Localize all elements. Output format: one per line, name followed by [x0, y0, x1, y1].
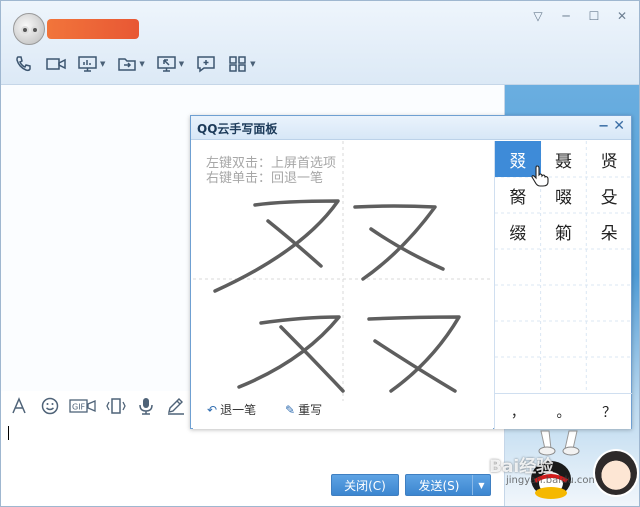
- chat-toolbar: ▼ ▼ ▼ ▼: [11, 53, 259, 75]
- chevron-down-icon: ▼: [178, 60, 185, 68]
- send-options-dropdown[interactable]: ▼: [472, 475, 490, 495]
- minimize-icon[interactable]: −: [598, 119, 609, 134]
- eraser-icon: ✎: [285, 402, 296, 417]
- handwriting-canvas[interactable]: 左键双击：上屏首选项 右键单击：回退一笔 ↶ 退一笔 ✎ 重写: [193, 141, 493, 429]
- candidate-panel: 叕 聂 贤 胬 啜 殳 缀 箣 朵 ， 。 ？: [494, 141, 632, 429]
- microphone-icon: [139, 398, 153, 415]
- hand-cursor-icon: [531, 165, 549, 187]
- emoji-button[interactable]: [39, 395, 61, 417]
- candidate[interactable]: 殳: [586, 177, 632, 213]
- title-bar: ▽ ─ ☐ ✕ ▼ ▼ ▼ ▼: [1, 1, 639, 85]
- remote-assist-button[interactable]: ▼: [154, 53, 187, 75]
- watermark-brand: Bai经验: [489, 457, 554, 477]
- avatar[interactable]: [13, 13, 45, 45]
- candidate[interactable]: 缀: [495, 213, 541, 249]
- close-window-button[interactable]: ✕: [613, 7, 631, 25]
- contact-name-redacted: [47, 19, 139, 39]
- candidate[interactable]: 贤: [586, 141, 632, 177]
- watermark-avatar-image: [593, 449, 639, 497]
- screen-share-icon: [78, 56, 97, 72]
- font-icon: [12, 397, 26, 414]
- undo-icon: ↶: [207, 402, 218, 417]
- file-transfer-button[interactable]: ▼: [114, 53, 147, 75]
- file-transfer-icon: [118, 58, 137, 71]
- phone-icon: [16, 56, 31, 72]
- undo-stroke-button[interactable]: ↶ 退一笔: [207, 401, 256, 418]
- screen-share-button[interactable]: ▼: [75, 53, 108, 75]
- gif-button[interactable]: GIF: [69, 395, 97, 417]
- shake-button[interactable]: [105, 395, 127, 417]
- handwriting-title-bar[interactable]: QQ云手写面板 − ✕: [191, 116, 631, 140]
- candidate[interactable]: 朵: [586, 213, 632, 249]
- candidate-row: 缀 箣 朵: [495, 213, 632, 249]
- video-call-button[interactable]: [43, 53, 69, 75]
- minimize-button[interactable]: ─: [557, 7, 575, 25]
- handwriting-panel: QQ云手写面板 − ✕ 左键双击：上屏首选项 右键单击：回退一笔 ↶ 退一笔 ✎…: [190, 115, 632, 429]
- rewrite-label: 重写: [298, 403, 323, 417]
- undo-stroke-label: 退一笔: [220, 403, 257, 417]
- chevron-down-icon: ▼: [100, 60, 106, 68]
- shake-icon: [106, 398, 126, 414]
- punctuation-period[interactable]: 。: [541, 394, 587, 429]
- send-button[interactable]: 发送(S) ▼: [405, 474, 491, 496]
- punctuation-row: ， 。 ？: [495, 393, 632, 429]
- input-toolbar: GIF: [9, 395, 187, 417]
- gif-label: GIF: [72, 403, 86, 412]
- chat-bubble-plus-icon: [197, 56, 215, 73]
- apps-grid-icon: [229, 56, 246, 72]
- rewrite-button[interactable]: ✎ 重写: [285, 401, 322, 418]
- maximize-button[interactable]: ☐: [585, 7, 603, 25]
- punctuation-question[interactable]: ？: [586, 394, 632, 429]
- voice-call-button[interactable]: [11, 53, 37, 75]
- send-label: 发送(S): [418, 478, 460, 493]
- chevron-down-icon: ▼: [139, 60, 145, 68]
- text-caret: [8, 426, 9, 440]
- hint-right-click: 右键单击：回退一笔: [206, 171, 324, 186]
- font-button[interactable]: [9, 395, 31, 417]
- watermark-url: jingyan.baidu.com: [506, 475, 599, 486]
- gif-icon: GIF: [69, 399, 96, 413]
- menu-dropdown-icon[interactable]: ▽: [529, 7, 547, 25]
- close-button[interactable]: 关闭(C): [331, 474, 399, 496]
- handwriting-button[interactable]: [165, 395, 187, 417]
- new-discussion-button[interactable]: [193, 53, 219, 75]
- chevron-down-icon: ▼: [250, 60, 256, 68]
- candidate[interactable]: 箣: [541, 213, 587, 249]
- emoji-icon: [41, 397, 59, 415]
- voice-message-button[interactable]: [135, 395, 157, 417]
- apps-button[interactable]: ▼: [225, 53, 258, 75]
- handwriting-title: QQ云手写面板: [197, 122, 278, 136]
- candidate-row: 叕 聂 贤: [495, 141, 632, 177]
- video-icon: [46, 58, 66, 70]
- candidate-row: 胬 啜 殳: [495, 177, 632, 213]
- remote-assist-icon: [157, 56, 176, 72]
- close-icon[interactable]: ✕: [613, 118, 625, 134]
- punctuation-comma[interactable]: ，: [495, 394, 541, 429]
- pen-icon: [168, 398, 184, 415]
